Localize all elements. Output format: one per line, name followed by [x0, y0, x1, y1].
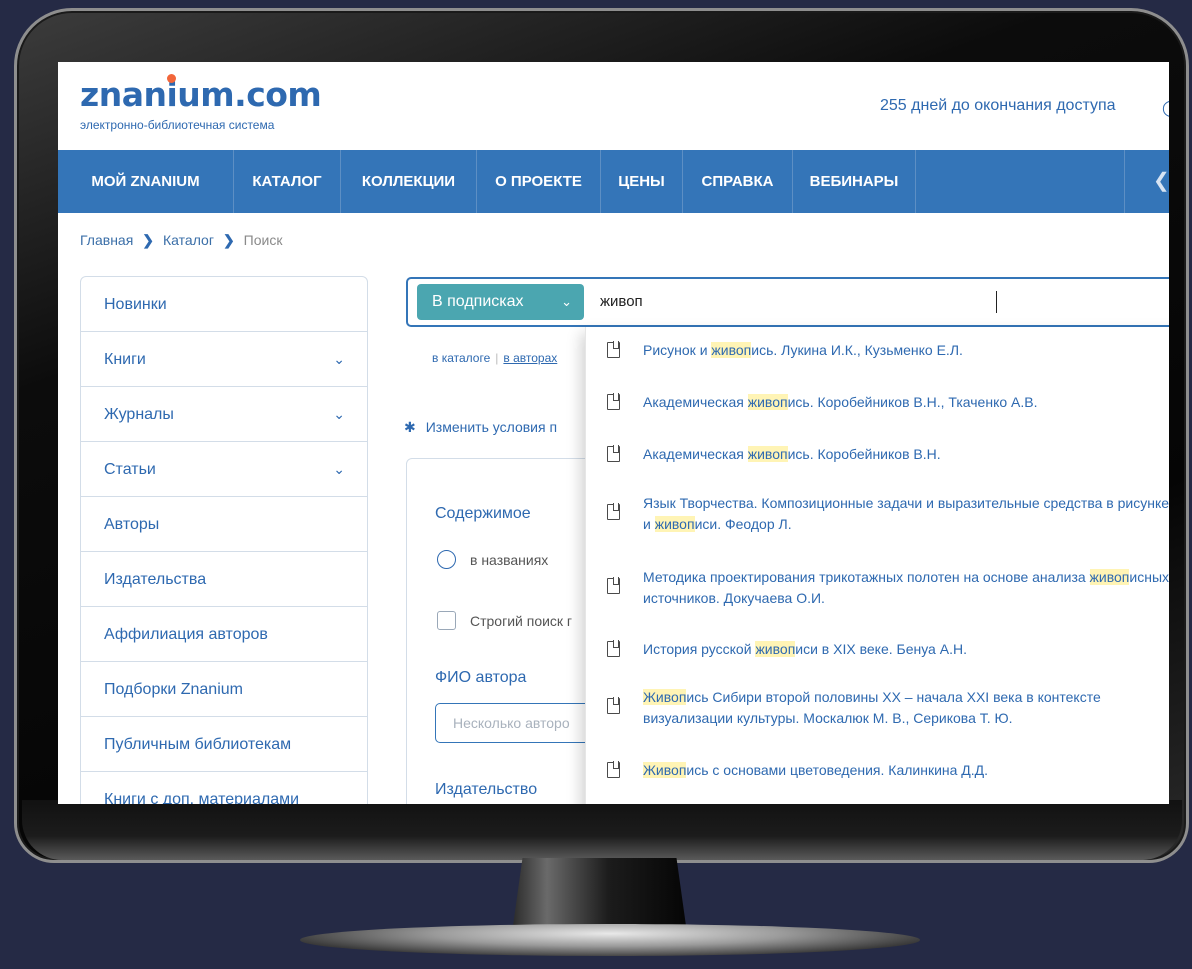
- nav-my-znanium[interactable]: МОЙ ZNANIUM: [58, 150, 234, 213]
- book-icon: [607, 761, 620, 778]
- nav-empty-slot: [916, 150, 1125, 213]
- suggestion-text: Академическая живопись. Коробейников В.Н…: [643, 394, 1038, 410]
- logo-wordmark: znanium.com: [80, 75, 322, 114]
- chevron-down-icon[interactable]: ⌄: [333, 387, 345, 442]
- sidebar-item-label: Издательства: [104, 571, 207, 588]
- sidebar-item-public-libraries[interactable]: Публичным библиотекам: [81, 717, 367, 772]
- sidebar-item-publishers[interactable]: Издательства: [81, 552, 367, 607]
- search-input[interactable]: [600, 287, 1160, 315]
- search-suggestions-dropdown: Рисунок и живопись. Лукина И.К., Кузьмен…: [585, 327, 1169, 804]
- main-nav: МОЙ ZNANIUM КАТАЛОГ КОЛЛЕКЦИИ О ПРОЕКТЕ …: [58, 150, 1169, 213]
- text-caret: [996, 291, 997, 313]
- author-heading: ФИО автора: [435, 669, 527, 686]
- nav-catalog[interactable]: КАТАЛОГ: [234, 150, 341, 213]
- chevron-down-icon[interactable]: ⌄: [333, 442, 345, 497]
- suggestion-text: Академическая живопись. Коробейников В.Н…: [643, 446, 941, 462]
- book-icon: [607, 577, 620, 594]
- search-scope-links: в каталоге | в авторах: [432, 351, 557, 365]
- nav-help[interactable]: СПРАВКА: [683, 150, 793, 213]
- book-icon: [607, 341, 620, 358]
- suggestion-text: Живопись Сибири второй половины XX – нач…: [643, 689, 1101, 726]
- monitor-stand-base: [300, 924, 920, 956]
- breadcrumb-current: Поиск: [243, 232, 283, 248]
- suggestion-text: История русской живописи в XIX веке. Бен…: [643, 641, 967, 657]
- logo-tagline: электронно-библиотечная система: [80, 118, 275, 132]
- sidebar-item-selections[interactable]: Подборки Znanium: [81, 662, 367, 717]
- site-header: znanium.com электронно-библиотечная сист…: [58, 62, 1169, 150]
- radio-in-titles[interactable]: [437, 550, 456, 569]
- monitor-stand-neck: [512, 858, 687, 933]
- publisher-heading: Издательство: [435, 781, 538, 798]
- breadcrumb: Главная ❯ Каталог ❯ Поиск: [80, 232, 282, 249]
- sidebar-item-label: Журналы: [104, 406, 174, 423]
- link-in-catalog[interactable]: в каталоге: [432, 351, 490, 365]
- search-scope-dropdown[interactable]: В подписках ⌄: [417, 284, 584, 320]
- sidebar-item-label: Аффилиация авторов: [104, 626, 268, 643]
- strict-search-checkbox[interactable]: [437, 611, 456, 630]
- book-icon: [607, 503, 620, 520]
- suggestion-text: Язык Творчества. Композиционные задачи и…: [643, 495, 1169, 532]
- sidebar-item-label: Статьи: [104, 461, 156, 478]
- chevron-left-icon[interactable]: ❮: [1153, 168, 1169, 193]
- content-heading: Содержимое: [435, 505, 531, 522]
- sidebar-item-affiliation[interactable]: Аффилиация авторов: [81, 607, 367, 662]
- breadcrumb-separator-icon: ❯: [142, 232, 155, 248]
- sidebar-item-new[interactable]: Новинки: [81, 277, 367, 332]
- sidebar-item-label: Книги с доп. материалами: [104, 791, 300, 804]
- radio-in-titles-label: в названиях: [470, 552, 549, 568]
- breadcrumb-home[interactable]: Главная: [80, 232, 133, 248]
- logo-dot-icon: [167, 74, 176, 83]
- sidebar-item-authors[interactable]: Авторы: [81, 497, 367, 552]
- sidebar-item-books[interactable]: Книги ⌄: [81, 332, 367, 387]
- monitor-chin: [22, 800, 1182, 860]
- nav-about[interactable]: О ПРОЕКТЕ: [477, 150, 601, 213]
- sidebar-item-label: Авторы: [104, 516, 160, 533]
- access-remaining-text: 255 дней до окончания доступа: [880, 97, 1116, 114]
- link-separator: |: [495, 351, 499, 365]
- sidebar-item-label: Подборки Znanium: [104, 681, 243, 698]
- sidebar-item-articles[interactable]: Статьи ⌄: [81, 442, 367, 497]
- sidebar-item-journals[interactable]: Журналы ⌄: [81, 387, 367, 442]
- search-scope-label: В подписках: [432, 293, 524, 310]
- chevron-down-icon[interactable]: ⌄: [333, 332, 345, 387]
- breadcrumb-catalog[interactable]: Каталог: [163, 232, 214, 248]
- change-search-conditions[interactable]: ✱ Изменить условия п: [404, 419, 557, 436]
- nav-collections[interactable]: КОЛЛЕКЦИИ: [341, 150, 477, 213]
- user-icon[interactable]: ◯: [1162, 98, 1169, 118]
- screen: znanium.com электронно-библиотечная сист…: [58, 62, 1169, 804]
- search-bar: В подписках ⌄: [406, 277, 1169, 327]
- suggestion-text: Живопись с основами цветоведения. Калинк…: [643, 762, 989, 778]
- suggestion-text: Рисунок и живопись. Лукина И.К., Кузьмен…: [643, 342, 963, 358]
- strict-search-label: Строгий поиск г: [470, 613, 573, 629]
- sidebar-item-label: Новинки: [104, 296, 167, 313]
- chevron-down-icon: ⌄: [561, 294, 572, 309]
- nav-prices[interactable]: ЦЕНЫ: [601, 150, 683, 213]
- link-in-authors[interactable]: в авторах: [503, 351, 557, 365]
- book-icon: [607, 697, 620, 714]
- sidebar-item-books-extra[interactable]: Книги с доп. материалами: [81, 772, 367, 804]
- site-logo[interactable]: znanium.com электронно-библиотечная сист…: [80, 74, 322, 132]
- book-icon: [607, 640, 620, 657]
- breadcrumb-separator-icon: ❯: [222, 232, 235, 248]
- sidebar: Новинки Книги ⌄ Журналы ⌄ Статьи ⌄ Авторы И…: [80, 276, 368, 804]
- nav-webinars[interactable]: ВЕБИНАРЫ: [793, 150, 916, 213]
- change-conditions-label: Изменить условия п: [425, 419, 558, 435]
- sidebar-item-label: Публичным библиотекам: [104, 736, 292, 753]
- book-icon: [607, 393, 620, 410]
- gear-icon: ✱: [404, 419, 416, 435]
- book-icon: [607, 445, 620, 462]
- suggestion-text: Методика проектирования трикотажных поло…: [643, 569, 1169, 606]
- sidebar-item-label: Книги: [104, 351, 146, 368]
